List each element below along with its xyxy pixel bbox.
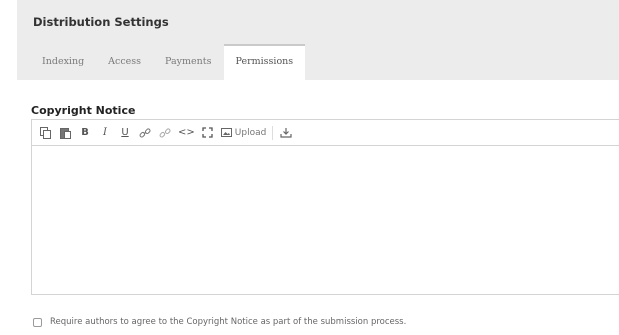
link-icon[interactable] [138, 124, 152, 142]
agreement-option: Require authors to agree to the Copyrigh… [33, 317, 406, 327]
tab-indexing[interactable]: Indexing [30, 44, 96, 80]
paste-icon[interactable] [58, 124, 72, 142]
settings-tabs: Indexing Access Payments Permissions [30, 44, 306, 80]
editor-toolbar: B I U <> Upload [32, 120, 619, 146]
source-code-button[interactable]: <> [178, 124, 195, 142]
agreement-checkbox[interactable] [33, 317, 42, 327]
upload-button[interactable]: Upload [220, 124, 267, 142]
tab-payments[interactable]: Payments [153, 44, 223, 80]
tab-permissions[interactable]: Permissions [223, 44, 306, 80]
unlink-icon[interactable] [158, 124, 172, 142]
underline-button[interactable]: U [118, 124, 132, 142]
import-icon[interactable] [279, 124, 293, 142]
fullscreen-icon[interactable] [201, 124, 215, 142]
settings-header-panel: Distribution Settings Indexing Access Pa… [17, 0, 619, 80]
copyright-notice-label: Copyright Notice [31, 104, 136, 117]
agreement-label[interactable]: Require authors to agree to the Copyrigh… [50, 317, 406, 327]
page-title: Distribution Settings [33, 15, 169, 29]
editor-content-area[interactable] [32, 146, 619, 294]
tab-access[interactable]: Access [96, 44, 153, 80]
upload-label: Upload [234, 127, 267, 138]
bold-button[interactable]: B [78, 124, 92, 142]
copy-icon[interactable] [38, 124, 52, 142]
italic-button[interactable]: I [98, 124, 112, 142]
toolbar-divider [272, 125, 274, 140]
copyright-notice-editor: B I U <> Upload [31, 119, 619, 295]
